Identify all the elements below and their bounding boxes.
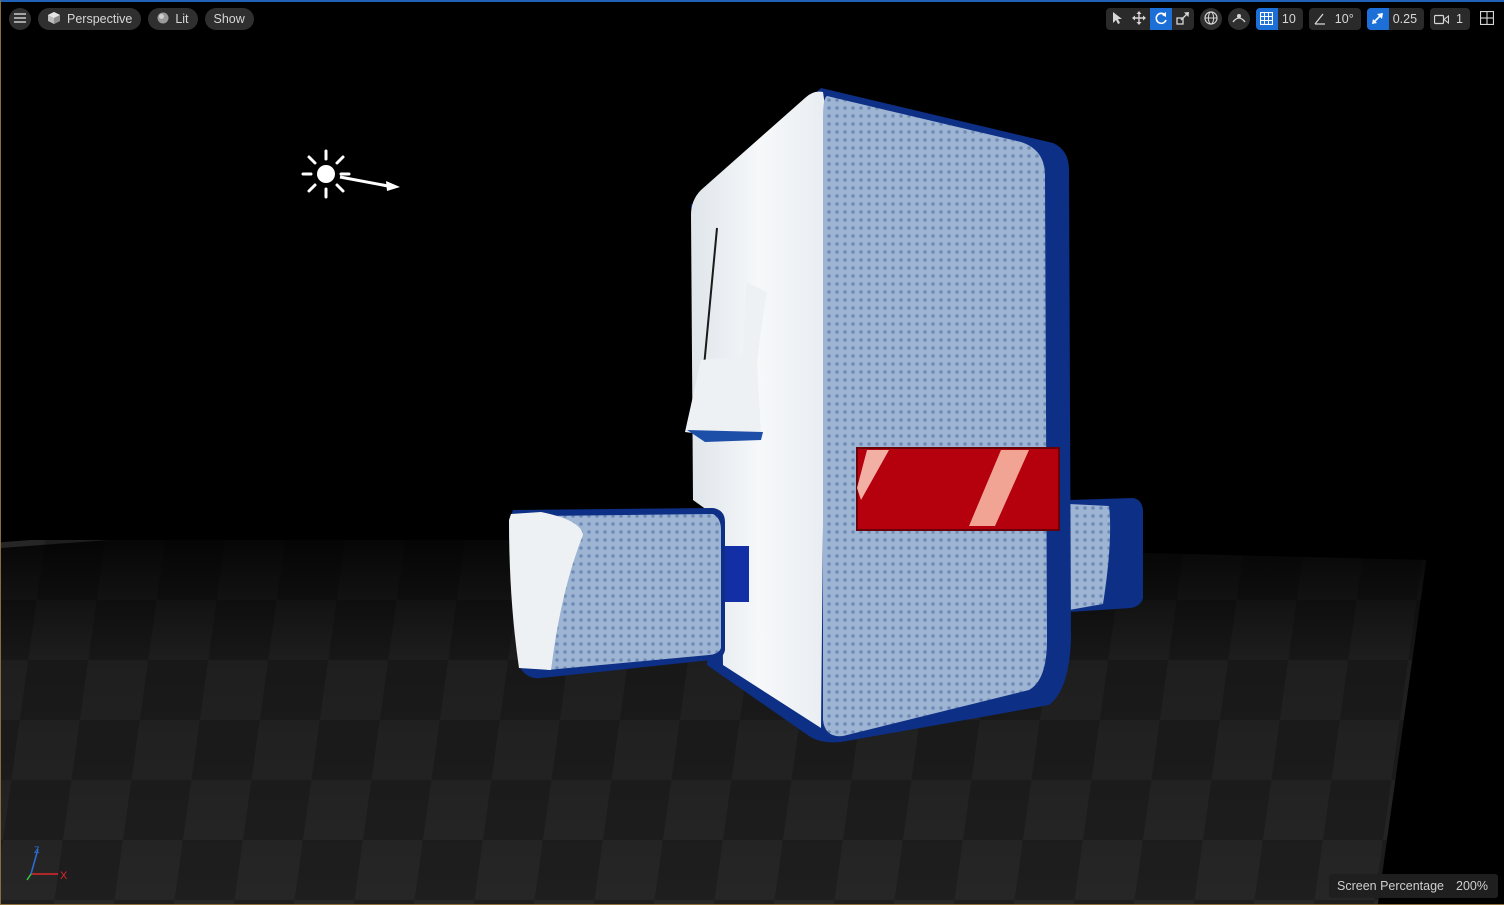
camera-speed-value: 1 xyxy=(1456,12,1463,26)
rotate-tool-button[interactable] xyxy=(1149,8,1172,30)
axis-z-label: Z xyxy=(34,845,40,855)
scale-snap-toggle[interactable] xyxy=(1366,8,1389,30)
viewport-toolbar-left: Perspective Lit Show xyxy=(9,7,254,31)
viewport-options-button[interactable] xyxy=(9,8,31,30)
globe-icon xyxy=(1204,10,1218,28)
select-tool-button[interactable] xyxy=(1106,8,1128,30)
rotation-snap-value[interactable]: 10° xyxy=(1331,12,1361,26)
rotation-snap-group: 10° xyxy=(1308,8,1361,30)
grid-snap-value[interactable]: 10 xyxy=(1278,12,1303,26)
robot-visor xyxy=(856,447,1060,531)
rotate-icon xyxy=(1154,10,1168,29)
scale-snap-icon xyxy=(1371,10,1384,29)
rotation-snap-toggle[interactable] xyxy=(1309,8,1331,30)
screen-percentage-label: Screen Percentage xyxy=(1337,879,1445,893)
perspective-cube-icon xyxy=(47,11,61,28)
translate-tool-button[interactable] xyxy=(1128,8,1150,30)
view-mode-label: Perspective xyxy=(67,12,133,26)
layout-grid-icon xyxy=(1479,10,1495,28)
lit-sphere-icon xyxy=(157,12,169,27)
axis-x-label: X xyxy=(60,870,68,882)
grid-snap-toggle[interactable] xyxy=(1255,8,1278,30)
screen-percentage-indicator: Screen Percentage 200% xyxy=(1329,874,1498,898)
surface-snap-icon xyxy=(1232,11,1246,28)
show-menu-label: Show xyxy=(213,12,245,26)
level-viewport[interactable]: X Z Perspective Lit Show 10 10° 0.25 1 S… xyxy=(0,0,1504,905)
grid-icon xyxy=(1260,10,1274,29)
coordinate-system-button[interactable] xyxy=(1199,8,1222,30)
viewport-toolbar-right: 10 10° 0.25 1 xyxy=(1105,7,1498,31)
hamburger-menu-icon xyxy=(14,12,26,26)
scale-tool-button[interactable] xyxy=(1172,8,1194,30)
view-lighting-mode-button[interactable]: Lit xyxy=(148,8,198,30)
viewport-active-border xyxy=(1,0,1504,2)
camera-speed-icon-wrap xyxy=(1430,8,1452,30)
cursor-arrow-icon xyxy=(1111,10,1123,29)
grid-snap-group: 10 xyxy=(1255,8,1303,30)
move-arrows-icon xyxy=(1131,10,1146,29)
screen-percentage-value: 200% xyxy=(1456,879,1488,893)
viewport-layout-button[interactable] xyxy=(1476,8,1498,30)
scale-snap-group: 0.25 xyxy=(1366,8,1425,30)
lighting-mode-label: Lit xyxy=(175,12,189,26)
angle-icon xyxy=(1313,10,1326,29)
surface-snapping-button[interactable] xyxy=(1227,8,1250,30)
scale-snap-value[interactable]: 0.25 xyxy=(1389,12,1424,26)
viewport-scene[interactable]: X Z xyxy=(1,0,1504,905)
show-menu-button[interactable]: Show xyxy=(204,8,254,30)
camera-icon xyxy=(1433,10,1449,29)
view-mode-button[interactable]: Perspective xyxy=(38,8,142,30)
transform-tools-group xyxy=(1105,8,1194,30)
scale-icon xyxy=(1176,10,1190,29)
camera-speed-group[interactable]: 1 xyxy=(1430,8,1470,30)
